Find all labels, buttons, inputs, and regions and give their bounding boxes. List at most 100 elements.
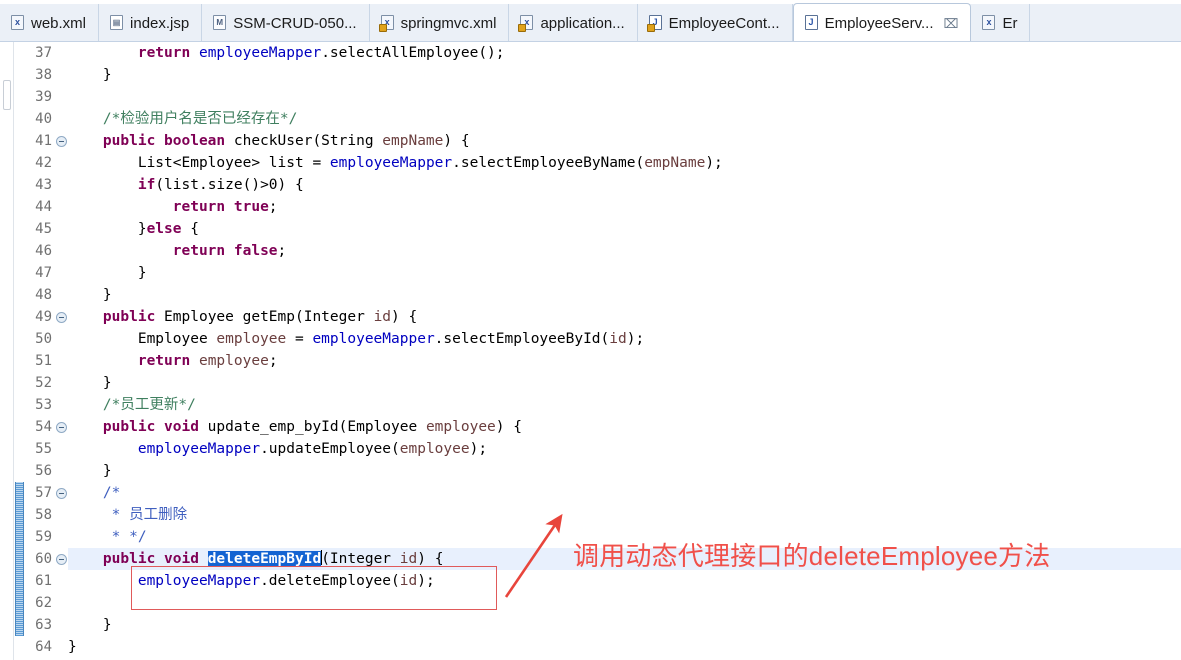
- code-token-pln: .selectEmployeeById(: [434, 331, 610, 347]
- code-line-text: /*员工更新*/: [68, 394, 196, 416]
- code-line-text: }: [68, 614, 112, 636]
- java-file-icon: J: [646, 15, 663, 32]
- line-number: 61: [35, 573, 52, 589]
- code-token-pln: list: [268, 155, 304, 171]
- line-number: 63: [35, 617, 52, 633]
- line-number: 58: [35, 507, 52, 523]
- code-token-pln: }: [68, 617, 112, 633]
- code-line-row[interactable]: [0, 460, 1181, 482]
- code-token-pln: [68, 177, 138, 193]
- code-token-jdoc: /*: [68, 485, 121, 501]
- code-line-text: employeeMapper.deleteEmployee(id);: [68, 570, 435, 592]
- file-type-glyph: x: [986, 17, 992, 27]
- line-number: 42: [35, 155, 52, 171]
- fold-collapse-icon[interactable]: [56, 312, 67, 323]
- code-line-row[interactable]: [0, 482, 1181, 504]
- maven-file-icon: M: [213, 15, 227, 31]
- editor-tab-0[interactable]: x web.xml: [0, 4, 100, 41]
- code-token-pln: [190, 45, 199, 61]
- line-number: 43: [35, 177, 52, 193]
- code-line-row[interactable]: [0, 262, 1181, 284]
- editor-tab-4[interactable]: x application...: [509, 4, 638, 41]
- fold-collapse-icon[interactable]: [56, 136, 67, 147]
- callout-text: 调用动态代理接口的deleteEmployee方法: [573, 541, 1051, 571]
- code-line-text: public void deleteEmpById(Integer id) {: [68, 548, 443, 570]
- line-number: 51: [35, 353, 52, 369]
- line-number: 37: [35, 45, 52, 61]
- code-token-pln: }: [68, 375, 112, 391]
- editor-tab-3[interactable]: x springmvc.xml: [370, 4, 510, 41]
- code-token-pln: );: [469, 441, 488, 457]
- code-token-pln: [68, 353, 138, 369]
- code-line-text: return true;: [68, 196, 278, 218]
- line-number: 64: [35, 639, 52, 655]
- code-token-par: id: [399, 573, 418, 589]
- code-editor[interactable]: 37 return employeeMapper .selectAllEmploy…: [0, 42, 1181, 660]
- code-token-pln: [190, 353, 199, 369]
- code-line-row[interactable]: [0, 592, 1181, 614]
- editor-tab-2[interactable]: M SSM-CRUD-050...: [202, 4, 370, 41]
- code-line-row[interactable]: [0, 64, 1181, 86]
- editor-tab-label: SSM-CRUD-050...: [233, 14, 357, 32]
- code-line-text: }: [68, 372, 112, 394]
- editor-tab-7[interactable]: x Er: [971, 4, 1031, 41]
- editor-tab-5[interactable]: J EmployeeCont...: [638, 4, 793, 41]
- editor-tab-label: EmployeeCont...: [668, 14, 780, 32]
- code-line-row[interactable]: [0, 614, 1181, 636]
- code-token-pln: [68, 199, 173, 215]
- close-icon[interactable]: ⌧: [944, 17, 959, 30]
- editor-tab-6[interactable]: J EmployeeServ... ⌧: [792, 3, 972, 41]
- code-line-row[interactable]: [0, 636, 1181, 658]
- code-token-par: empName: [644, 155, 706, 171]
- line-number: 55: [35, 441, 52, 457]
- code-line-row[interactable]: [0, 86, 1181, 108]
- line-number: 53: [35, 397, 52, 413]
- code-line-text: return employee;: [68, 350, 278, 372]
- code-token-kw: if: [137, 177, 156, 193]
- code-line-text: /*: [68, 482, 120, 504]
- xml-file-icon: x: [518, 15, 534, 32]
- line-number: 46: [35, 243, 52, 259]
- code-token-kw: return: [137, 353, 191, 369]
- file-type-glyph: J: [808, 17, 814, 27]
- fold-collapse-icon[interactable]: [56, 488, 67, 499]
- code-token-par: employee: [216, 331, 287, 347]
- editor-tab-label: springmvc.xml: [400, 14, 497, 32]
- code-token-fld: employeeMapper: [137, 441, 261, 457]
- code-token-kw: return true: [172, 199, 269, 215]
- code-line-text: }: [68, 636, 77, 658]
- code-token-pln: .selectAllEmployee();: [321, 45, 505, 61]
- line-number: 52: [35, 375, 52, 391]
- file-type-glyph: x: [14, 17, 20, 27]
- code-token-pln: [68, 551, 103, 567]
- code-token-pln: [68, 309, 103, 325]
- code-token-pln: {: [181, 221, 199, 237]
- code-token-pln: );: [626, 331, 645, 347]
- code-line-text: }: [68, 64, 112, 86]
- line-number: 56: [35, 463, 52, 479]
- code-line-text: public boolean checkUser(String empName)…: [68, 130, 470, 152]
- code-line-row[interactable]: [0, 372, 1181, 394]
- decorator-badge-icon: [518, 24, 527, 32]
- code-line-text: * */: [68, 526, 147, 548]
- code-token-pln: checkUser(String: [225, 133, 383, 149]
- code-token-kw: return false: [172, 243, 278, 259]
- fold-collapse-icon[interactable]: [56, 422, 67, 433]
- code-token-pln: ) {: [495, 419, 522, 435]
- code-token-pln: =: [286, 331, 313, 347]
- code-token-pln: [199, 551, 208, 567]
- editor-tab-label: web.xml: [31, 14, 87, 32]
- line-number: 60: [35, 551, 52, 567]
- code-line-text: /*检验用户名是否已经存在*/: [68, 108, 297, 130]
- code-line-text: Employee employee = employeeMapper.selec…: [68, 328, 644, 350]
- fold-collapse-icon[interactable]: [56, 554, 67, 565]
- code-token-par: id: [399, 551, 418, 567]
- editor-tab-1[interactable]: ▤ index.jsp: [99, 4, 203, 41]
- code-token-pln: (Integer: [321, 551, 400, 567]
- code-token-pln: .selectEmployeeByName(: [452, 155, 645, 171]
- code-token-pln: [68, 243, 173, 259]
- line-number: 38: [35, 67, 52, 83]
- code-line-row[interactable]: [0, 284, 1181, 306]
- line-number: 47: [35, 265, 52, 281]
- code-token-pln: update_emp_byId(Employee: [198, 419, 426, 435]
